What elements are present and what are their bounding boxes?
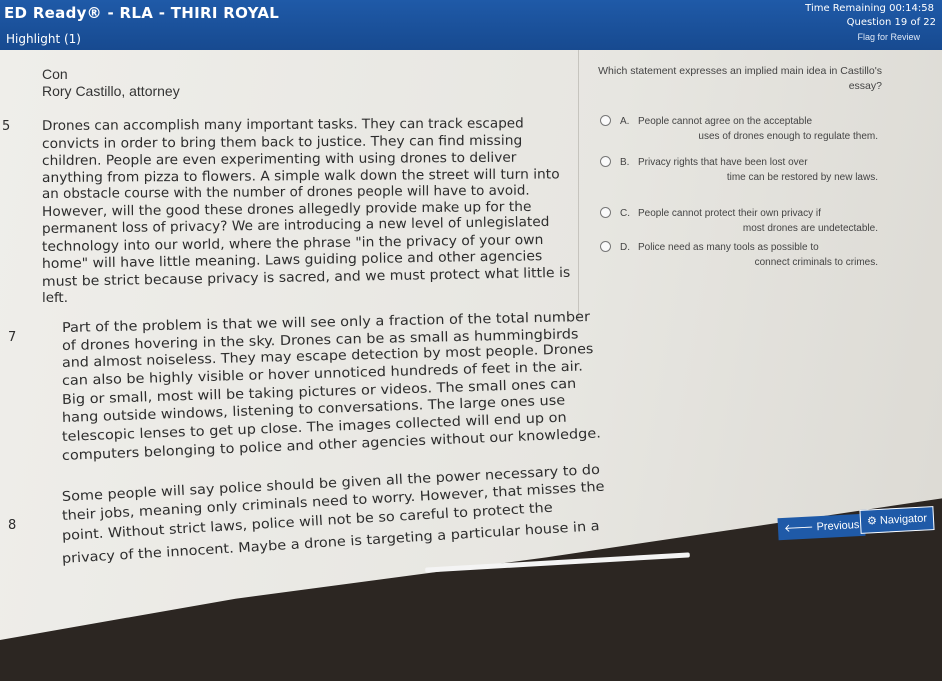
passage-line: Drones can accomplish many important tas… [41,116,524,134]
time-remaining: Time Remaining 00:14:58 [805,3,934,14]
previous-button[interactable]: 🡐 Previous [777,513,866,541]
app-title: ED Ready® - RLA - THIRI ROYAL [4,4,280,22]
choice-text-cont: time can be restored by new laws. [726,172,878,183]
choice-text: Privacy rights that have been lost over [638,157,808,168]
navigator-button[interactable]: ⚙ Navigator [859,506,935,534]
paragraph-number: 5 [2,119,11,134]
passage-line: left. [42,291,68,306]
choice-letter: B. [620,157,630,168]
choice-letter: C. [620,208,630,219]
choice-text-cont: uses of drones enough to regulate them. [698,131,878,142]
choice-letter: A. [620,116,630,127]
paragraph-number: 7 [8,330,17,345]
arrow-left-icon: 🡐 [783,521,817,535]
radio-button[interactable] [600,115,611,126]
top-bar: ED Ready® - RLA - THIRI ROYAL Time Remai… [0,0,942,50]
question-counter: Question 19 of 22 [846,17,936,28]
question-prompt: Which statement expresses an implied mai… [598,65,882,92]
choice-letter: D. [620,242,630,253]
navigator-icon: ⚙ [866,514,881,528]
pane-divider [578,50,579,320]
passage-author: Rory Castillo, attorney [42,83,180,99]
highlight-toggle[interactable]: Highlight (1) [6,32,81,46]
navigator-label: Navigator [879,512,928,527]
passage-title: Con [42,66,68,82]
radio-button[interactable] [600,207,611,218]
paragraph-number: 8 [8,518,17,533]
flag-for-review-button[interactable]: Flag for Review [857,32,920,42]
radio-button[interactable] [600,156,611,167]
choice-text: People cannot agree on the acceptable [638,116,813,127]
choice-text: Police need as many tools as possible to [638,242,819,253]
radio-button[interactable] [600,241,611,252]
previous-label: Previous [816,519,860,534]
choice-text: People cannot protect their own privacy … [638,208,821,219]
choice-text-cont: connect criminals to crimes. [754,257,878,268]
choice-text-cont: most drones are undetectable. [742,223,878,234]
